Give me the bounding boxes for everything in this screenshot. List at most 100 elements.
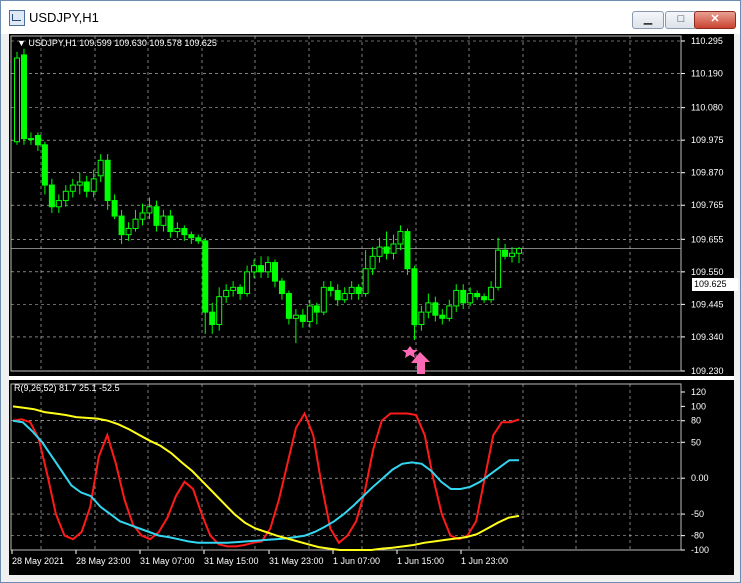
price-tick-label: 109.765 [691, 200, 724, 210]
candle-body [488, 286, 495, 301]
price-chart[interactable]: 110.295 110.190 110.080 109.975 109.870 109.7… [9, 34, 734, 376]
price-tick-label: 109.870 [691, 168, 724, 178]
minimize-button[interactable]: ▁ [632, 11, 664, 29]
star-marker-icon [402, 346, 418, 358]
candle-body [41, 144, 48, 186]
title-bar[interactable]: USDJPY,H1 ▁ □ ✕ [1, 1, 740, 34]
indicator-tick-label: 100 [691, 401, 706, 411]
time-tick-label: 1 Jun 07:00 [333, 556, 380, 566]
indicator-header: R(9,26,52) 81.7 25.1 -52.5 [14, 383, 120, 393]
maximize-icon: □ [677, 13, 685, 25]
candle-body [425, 302, 432, 313]
candle-body [244, 271, 251, 295]
candle-body [327, 286, 334, 291]
chart-window-icon [9, 10, 25, 26]
candle-body [188, 234, 195, 239]
time-tick-label: 31 May 23:00 [269, 556, 324, 566]
close-button[interactable]: ✕ [694, 11, 736, 29]
candle-body [285, 293, 292, 319]
candle-body [258, 265, 265, 273]
candle-body [376, 246, 383, 257]
candle-body [14, 57, 20, 143]
candle-body [334, 289, 341, 301]
indicator-tick-label: -80 [691, 531, 704, 541]
candle-body [439, 314, 446, 319]
indicator-pane[interactable]: 120 100 80 50 0.00 -50 -80 -100 R(9,26,52) 81.7 … [9, 380, 734, 575]
indicator-tick-label: -50 [691, 509, 704, 519]
price-chart-header: ▼ USDJPY,H1 109.599 109.630 109.578 109.… [17, 38, 217, 48]
price-chart-pane[interactable]: 110.295 110.190 110.080 109.975 109.870 109.7… [9, 34, 738, 376]
candle-body [265, 262, 271, 273]
price-tick-label: 109.550 [691, 267, 724, 277]
candle-body [467, 293, 474, 304]
candle-body [209, 311, 216, 326]
candle-body [341, 293, 348, 301]
indicator-tick-label: 0.00 [691, 473, 709, 483]
indicator-tick-label: 80 [691, 416, 701, 426]
fast-line [12, 411, 520, 548]
candle-body [320, 286, 327, 313]
indicator-tick-label: 120 [691, 387, 706, 397]
price-tick-label: 109.975 [691, 135, 724, 145]
candle-body [76, 181, 83, 186]
candle-body [48, 184, 55, 208]
candle-body [502, 249, 509, 257]
candle-body [195, 237, 202, 242]
time-tick-label: 28 May 23:00 [76, 556, 131, 566]
price-tick-label: 109.655 [691, 234, 724, 244]
candle-body [278, 280, 285, 295]
candle-body [404, 231, 411, 270]
candle-body [418, 311, 425, 326]
mid-line [12, 419, 519, 544]
candle-body [453, 289, 460, 307]
candle-body [139, 212, 146, 220]
candle-body [495, 249, 502, 288]
candle-body [153, 206, 160, 226]
candle-body [397, 231, 404, 245]
candle-body [355, 286, 362, 295]
candle-body [292, 314, 299, 319]
candle-body [125, 227, 132, 236]
candle-body [27, 138, 34, 141]
chart-window: USDJPY,H1 ▁ □ ✕ 110.295 110.190 110.080 109… [0, 0, 741, 583]
candle-body [230, 286, 237, 291]
candle-body [460, 289, 467, 304]
candle-body [167, 215, 174, 233]
candle-body [104, 159, 111, 202]
price-tick-label: 110.080 [691, 103, 723, 113]
candle-body [69, 184, 76, 192]
time-tick-label: 1 Jun 15:00 [397, 556, 444, 566]
candle-body [390, 243, 397, 254]
candle-body [516, 248, 522, 254]
candle-body [181, 227, 188, 236]
candle-body [83, 181, 90, 192]
price-tick-label: 109.230 [691, 366, 724, 376]
maximize-button[interactable]: □ [665, 11, 697, 29]
time-tick-label: 1 Jun 23:00 [461, 556, 508, 566]
candle-body [383, 246, 390, 254]
indicator-chart[interactable]: 120 100 80 50 0.00 -50 -80 -100 R(9,26,52) 81.7 … [9, 380, 734, 575]
indicator-tick-label: 50 [691, 437, 701, 447]
candle-body [146, 206, 153, 214]
candle-body [174, 227, 181, 233]
candle-body [55, 200, 62, 208]
candle-body [118, 215, 125, 236]
candle-body [62, 190, 69, 202]
candle-body [20, 54, 27, 140]
candle-body [432, 302, 439, 316]
candle-body [369, 255, 376, 270]
candle-body [299, 314, 306, 322]
candle-body [306, 305, 313, 322]
candle-body [34, 135, 41, 146]
candle-body [474, 293, 481, 298]
current-price-badge: 109.625 [692, 278, 738, 291]
close-icon: ✕ [710, 13, 720, 25]
candle-body [271, 262, 278, 282]
plot-frame [10, 35, 682, 372]
minimize-icon: ▁ [643, 13, 653, 25]
candle-body [251, 265, 258, 273]
candle-body [481, 296, 488, 301]
window-title: USDJPY,H1 [29, 10, 99, 25]
candle-body [223, 289, 230, 298]
price-tick-label: 110.190 [691, 69, 723, 79]
